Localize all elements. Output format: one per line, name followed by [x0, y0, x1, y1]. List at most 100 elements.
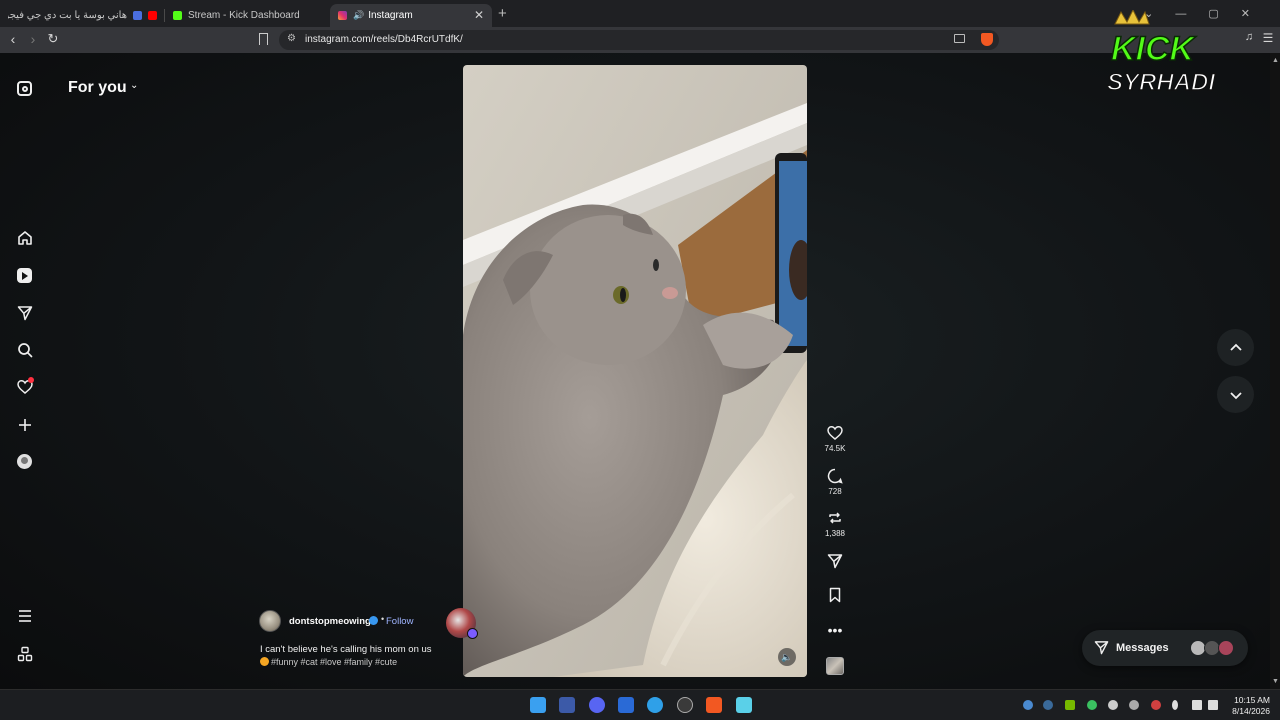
page-scrollbar[interactable]: ▲ ▼ [1270, 53, 1280, 689]
scroll-down-icon[interactable]: ▼ [1272, 678, 1279, 685]
audio-thumbnail[interactable] [826, 657, 844, 675]
reel-caption[interactable]: I can't believe he's calling his mom on … [260, 644, 432, 655]
scroll-up-icon[interactable]: ▲ [1272, 57, 1279, 64]
bookmark-icon[interactable] [259, 33, 268, 45]
share-button[interactable] [820, 553, 850, 571]
notifications-heart-icon[interactable] [16, 377, 34, 395]
collab-badge-icon [467, 628, 478, 639]
feed-title[interactable]: For you [68, 79, 127, 97]
speaker-icon: 🔊 [353, 10, 365, 20]
close-tab-icon[interactable]: ✕ [474, 8, 484, 22]
site-info-icon[interactable]: ⚙ [287, 33, 296, 44]
reload-icon[interactable]: ↻ [44, 31, 62, 47]
comment-count: 728 [828, 487, 842, 496]
new-tab-button[interactable]: + [498, 5, 507, 22]
messages-icon [1094, 640, 1109, 658]
tab-label: Stream - Kick Dashboard [188, 10, 300, 21]
back-icon[interactable]: ‹ [4, 31, 22, 47]
obs-icon[interactable] [677, 697, 693, 713]
tray-app-icon[interactable] [1023, 700, 1033, 710]
more-icon: ••• [827, 622, 843, 638]
follow-button[interactable]: Follow [386, 616, 413, 627]
previous-reel-button[interactable] [1217, 329, 1254, 366]
windows-start-icon[interactable] [530, 697, 546, 713]
also-from-meta-icon[interactable] [16, 645, 33, 662]
username[interactable]: dontstopmeowing [289, 616, 371, 627]
messages-button[interactable]: Messages [1082, 630, 1248, 666]
tab-label: Instagram [368, 10, 413, 21]
cat-video-frame [463, 65, 807, 677]
heart-icon [820, 425, 850, 443]
gaming-app-icon[interactable] [618, 697, 634, 713]
playlist-icon [133, 11, 142, 20]
tab-kick-dashboard[interactable]: Stream - Kick Dashboard [165, 4, 330, 27]
settings-tray-icon[interactable] [1108, 700, 1118, 710]
repost-count: 1,388 [824, 529, 846, 538]
notification-badge [28, 377, 34, 383]
browser-tab-bar: هاني بوسة يا بت دي جي فيجو اوزك Stream -… [0, 0, 1280, 27]
nvidia-icon[interactable] [1065, 700, 1075, 710]
chevron-down-icon[interactable]: ⌄ [130, 80, 138, 91]
avatar [1218, 640, 1234, 656]
tray-tool-icon[interactable] [1129, 700, 1139, 710]
verified-badge-icon [369, 616, 378, 625]
network-icon[interactable] [1192, 700, 1202, 710]
reel-video[interactable] [463, 65, 807, 677]
browser-menu-icon[interactable]: ☰ [1259, 31, 1277, 45]
menu-icon[interactable] [16, 607, 33, 624]
microphone-icon[interactable] [1172, 700, 1178, 710]
system-clock[interactable]: 10:15 AM 8/14/2026 [1228, 695, 1270, 717]
tray-alert-icon[interactable] [1151, 700, 1161, 710]
hashtag-text[interactable]: #funny #cat #love #family #cute [271, 657, 397, 667]
save-button[interactable] [820, 587, 850, 605]
bookmark-save-icon [820, 587, 850, 605]
comment-icon [820, 468, 850, 486]
overlay-line1: KICK [1111, 30, 1197, 68]
brave-taskbar-icon[interactable] [706, 697, 722, 713]
clock-time: 10:15 AM [1234, 695, 1270, 705]
volume-icon[interactable] [1208, 700, 1218, 710]
more-options-button[interactable]: ••• [820, 621, 850, 639]
instagram-logo-icon[interactable] [16, 80, 33, 97]
url-field[interactable]: ⚙ instagram.com/reels/Db4RcrUTdfK/ [279, 30, 999, 50]
tab-label: هاني بوسة يا بت دي جي فيجو اوزك [8, 10, 127, 21]
chevron-up-icon [1229, 343, 1242, 351]
tab-instagram[interactable]: 🔊 Instagram ✕ [330, 4, 492, 27]
discord-icon[interactable] [589, 697, 605, 713]
repost-button[interactable]: 1,388 [820, 510, 850, 538]
emoji-icon [260, 657, 269, 666]
steam-icon[interactable] [1043, 700, 1053, 710]
cast-icon[interactable] [954, 34, 965, 43]
reel-hashtags[interactable]: #funny #cat #love #family #cute [260, 657, 397, 667]
forward-icon[interactable]: › [24, 31, 42, 47]
youtube-icon [148, 11, 157, 20]
brave-shields-icon[interactable] [981, 33, 993, 46]
next-reel-button[interactable] [1217, 376, 1254, 413]
edge-icon[interactable] [647, 697, 663, 713]
home-icon[interactable] [16, 229, 33, 246]
status-icon[interactable] [1087, 700, 1097, 710]
file-explorer-icon[interactable] [559, 697, 575, 713]
share-icon [820, 553, 850, 571]
avatar[interactable] [259, 610, 281, 632]
kick-icon [173, 11, 182, 20]
mute-toggle-icon[interactable]: 🔈 [778, 648, 796, 666]
tab-youtube[interactable]: هاني بوسة يا بت دي جي فيجو اوزك [0, 4, 165, 27]
url-text[interactable]: instagram.com/reels/Db4RcrUTdfK/ [305, 34, 463, 45]
like-button[interactable]: 74.5K [820, 425, 850, 453]
search-icon[interactable] [16, 341, 33, 358]
windows-taskbar: 10:15 AM 8/14/2026 [0, 689, 1280, 720]
reels-icon[interactable] [16, 267, 33, 284]
profile-icon[interactable] [16, 453, 33, 470]
comment-button[interactable]: 728 [820, 468, 850, 496]
notepad-icon[interactable] [736, 697, 752, 713]
messages-label: Messages [1116, 642, 1169, 654]
create-plus-icon[interactable] [16, 416, 33, 433]
direct-messages-icon[interactable] [16, 304, 33, 321]
instagram-tab-icon [338, 11, 347, 20]
chevron-down-icon [1229, 391, 1242, 399]
clock-date: 8/14/2026 [1232, 706, 1270, 716]
overlay-line2: SYRHADI [1107, 69, 1216, 96]
separator-dot: • [381, 614, 385, 624]
streamer-overlay-logo: KICK SYRHADI [1103, 8, 1253, 100]
